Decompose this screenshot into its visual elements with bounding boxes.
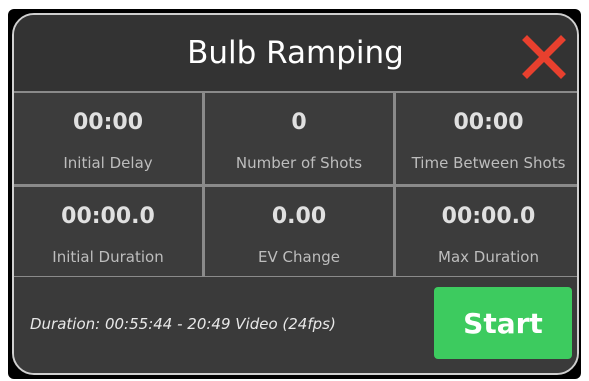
- bulb-ramping-dialog: Bulb Ramping 00:00 Initial Delay 0 Numbe…: [12, 13, 579, 375]
- setting-label: Initial Duration: [52, 248, 164, 266]
- time-between-shots-setting[interactable]: 00:00 Time Between Shots: [396, 93, 577, 185]
- dialog-footer: Duration: 00:55:44 - 20:49 Video (24fps)…: [14, 277, 577, 373]
- initial-duration-setting[interactable]: 00:00.0 Initial Duration: [14, 187, 202, 279]
- setting-label: Number of Shots: [235, 154, 363, 172]
- setting-value: 00:00: [453, 110, 524, 135]
- setting-label: EV Change: [258, 248, 340, 266]
- dialog-title: Bulb Ramping: [187, 35, 404, 71]
- setting-value: 00:00: [72, 110, 144, 135]
- settings-grid: 00:00 Initial Delay 0 Number of Shots 00…: [14, 91, 577, 279]
- setting-value: 00:00.0: [61, 204, 155, 229]
- setting-label: Time Between Shots: [411, 154, 566, 172]
- setting-label: Max Duration: [438, 248, 539, 266]
- max-duration-setting[interactable]: 00:00.0 Max Duration: [396, 187, 577, 279]
- grid-divider: [14, 184, 577, 187]
- duration-text: Duration: 00:55:44 - 20:49 Video (24fps): [30, 315, 336, 333]
- setting-value: 0.00: [271, 204, 327, 229]
- start-button[interactable]: Start: [434, 287, 572, 359]
- initial-delay-setting[interactable]: 00:00 Initial Delay: [14, 93, 202, 185]
- dialog-header: Bulb Ramping: [14, 15, 577, 91]
- ev-change-setting[interactable]: 0.00 EV Change: [205, 187, 393, 279]
- setting-label: Initial Delay: [63, 154, 153, 172]
- close-icon[interactable]: [522, 35, 566, 79]
- setting-value: 00:00.0: [441, 204, 536, 229]
- number-of-shots-setting[interactable]: 0 Number of Shots: [205, 93, 393, 185]
- setting-value: 0: [291, 110, 307, 135]
